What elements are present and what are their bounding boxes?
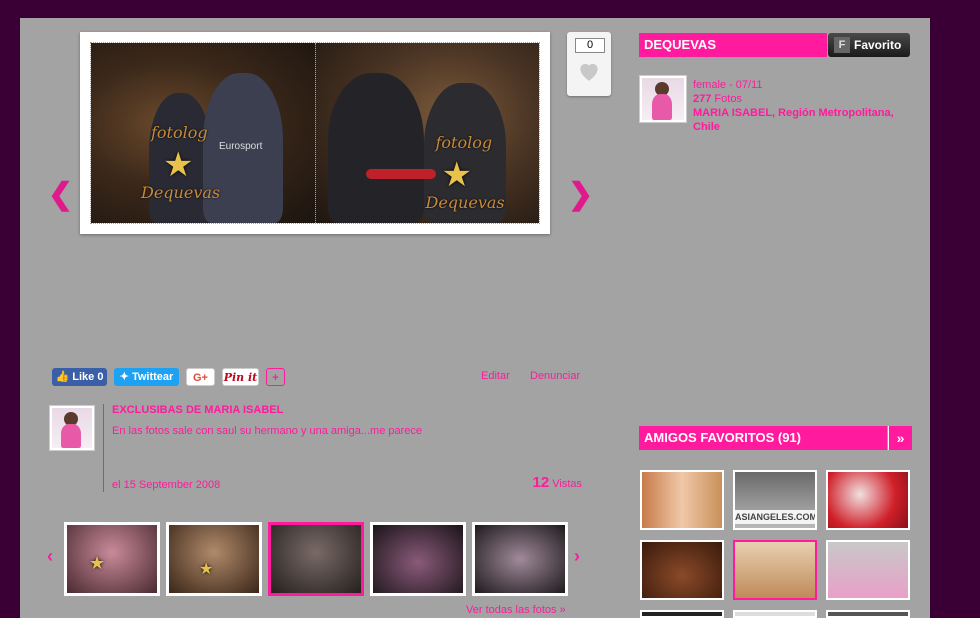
- friend-thumbnail[interactable]: [640, 540, 724, 600]
- friend-thumbnail[interactable]: [826, 540, 910, 600]
- friend-thumbnail[interactable]: [826, 610, 910, 618]
- favorite-icon: F: [834, 37, 850, 53]
- profile-info: female - 07/11 277 Fotos MARIA ISABEL, R…: [693, 78, 913, 134]
- pinterest-button[interactable]: Pin it: [222, 368, 259, 386]
- profile-username-bar[interactable]: DEQUEVAS: [639, 33, 827, 57]
- post-avatar[interactable]: [49, 405, 95, 451]
- post-date: el 15 September 2008: [112, 479, 221, 491]
- twitter-label: Twittear: [131, 371, 174, 383]
- friend-banner-text: ASIANGELES.COM: [735, 510, 817, 524]
- star-icon: ★: [441, 156, 472, 194]
- facebook-like-button[interactable]: 👍 Like 0: [52, 368, 107, 386]
- friend-thumbnail[interactable]: [826, 470, 910, 530]
- photo-right-half: fotolog ★ Dequevas: [314, 43, 539, 223]
- watermark-text: Dequevas: [425, 193, 505, 212]
- photo-thumbnail-active[interactable]: [268, 522, 364, 596]
- photos-label: Fotos: [714, 93, 742, 105]
- friend-thumbnail[interactable]: [640, 470, 724, 530]
- profile-gender-birth: female - 07/11: [693, 79, 763, 91]
- photo-thumbnail[interactable]: [472, 522, 568, 596]
- favorite-friends-title[interactable]: AMIGOS FAVORITOS (91): [639, 426, 887, 450]
- profile-avatar[interactable]: [639, 75, 687, 123]
- avatar-image: [52, 408, 92, 448]
- friend-thumbnail[interactable]: [733, 610, 817, 618]
- watermark-text: fotolog: [151, 123, 208, 142]
- avatar-image: [642, 78, 684, 120]
- favorite-button[interactable]: F Favorito: [828, 33, 910, 57]
- facebook-like-label: Like 0: [72, 371, 104, 383]
- main-photo[interactable]: Eurosport fotolog ★ Dequevas fotolog ★ D…: [90, 42, 540, 224]
- post-views: 12 Vistas: [520, 474, 582, 491]
- photo-person: [327, 73, 424, 223]
- twitter-button[interactable]: ✦ Twittear: [114, 368, 179, 386]
- favorite-label: Favorito: [854, 38, 902, 52]
- photo-belt: [365, 169, 436, 179]
- like-box[interactable]: 0: [567, 32, 611, 96]
- more-share-button[interactable]: +: [266, 368, 285, 386]
- thumb-next-arrow-icon[interactable]: ›: [574, 546, 580, 567]
- shirt-text: Eurosport: [219, 141, 263, 152]
- watermark-text: fotolog: [435, 133, 493, 152]
- avatar-body: [61, 424, 81, 448]
- avatar-body: [652, 94, 672, 120]
- thumb-prev-arrow-icon[interactable]: ‹: [47, 546, 53, 567]
- double-chevron-right-icon[interactable]: »: [888, 426, 912, 450]
- photo-thumbnail[interactable]: ★: [166, 522, 262, 596]
- post-title: EXCLUSIBAS DE MARIA ISABEL: [112, 404, 284, 416]
- friend-thumbnail[interactable]: [640, 610, 724, 618]
- bird-icon: ✦: [119, 371, 129, 383]
- post-description: En las fotos sale con saul su hermano y …: [112, 425, 423, 437]
- photo-left-half: Eurosport fotolog ★ Dequevas: [91, 43, 315, 223]
- views-count: 12: [532, 474, 550, 491]
- edit-link[interactable]: Editar: [481, 370, 510, 382]
- photo-thumbnail[interactable]: ★: [64, 522, 160, 596]
- friend-thumbnail[interactable]: [733, 540, 817, 600]
- post-divider: [103, 404, 104, 492]
- see-all-photos-link[interactable]: Ver todas las fotos »: [466, 604, 566, 616]
- thumbs-up-icon: 👍: [55, 371, 70, 383]
- prev-photo-arrow-icon[interactable]: ❮: [48, 180, 73, 210]
- page: ❮ Eurosport fotolog ★ Dequevas fotolog ★…: [20, 18, 930, 618]
- google-plus-button[interactable]: G+: [186, 368, 215, 386]
- profile-photos: 277 Fotos: [693, 92, 913, 106]
- views-label: Vistas: [552, 478, 582, 490]
- photo-thumbnail[interactable]: [370, 522, 466, 596]
- main-photo-frame: Eurosport fotolog ★ Dequevas fotolog ★ D…: [80, 32, 550, 234]
- star-icon: ★: [199, 561, 214, 578]
- report-link[interactable]: Denunciar: [530, 370, 580, 382]
- profile-location: MARIA ISABEL, Región Metropolitana, Chil…: [693, 107, 894, 133]
- friend-thumbnail[interactable]: ASIANGELES.COM: [733, 470, 817, 530]
- star-icon: ★: [163, 146, 194, 184]
- like-count: 0: [575, 38, 605, 53]
- star-icon: ★: [89, 553, 106, 573]
- watermark-text: Dequevas: [141, 183, 221, 202]
- photos-count: 277: [693, 93, 712, 105]
- next-photo-arrow-icon[interactable]: ❯: [568, 180, 593, 210]
- heart-icon[interactable]: [576, 58, 602, 84]
